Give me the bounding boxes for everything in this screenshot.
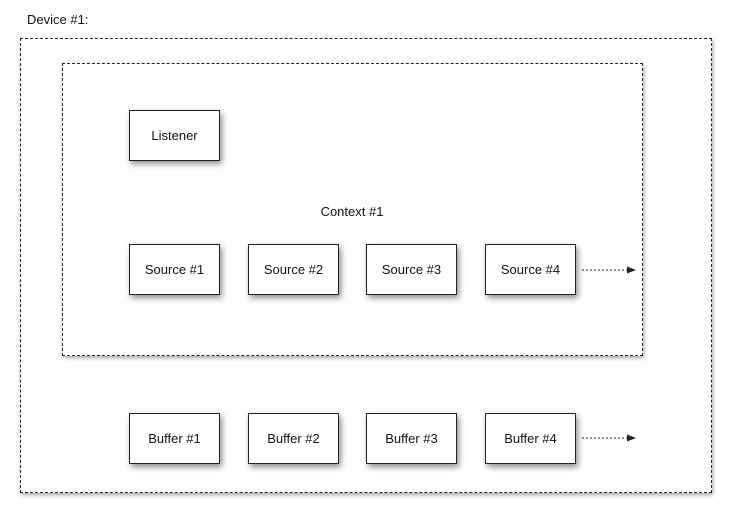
device-label: Device #1: (27, 12, 89, 27)
source-node-3: Source #3 (366, 244, 457, 295)
source-node-1: Source #1 (129, 244, 220, 295)
context-label: Context #1 (320, 204, 384, 219)
source-node-2: Source #2 (248, 244, 339, 295)
buffer-node-4: Buffer #4 (485, 413, 576, 464)
buffer-node-2: Buffer #2 (248, 413, 339, 464)
buffer-node-3: Buffer #3 (366, 413, 457, 464)
source-continuation-arrow (582, 266, 636, 274)
source-node-4: Source #4 (485, 244, 576, 295)
buffer-node-1: Buffer #1 (129, 413, 220, 464)
listener-node: Listener (129, 110, 220, 161)
buffer-continuation-arrow (582, 434, 636, 442)
